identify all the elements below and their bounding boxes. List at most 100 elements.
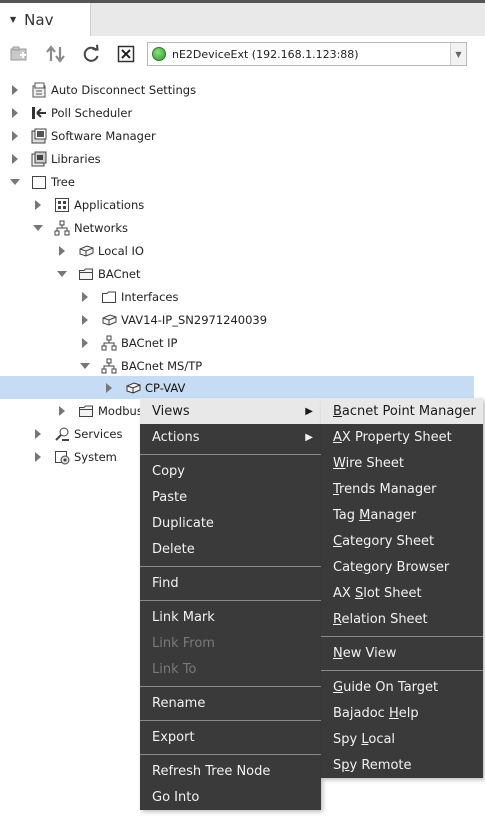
close-button[interactable] (114, 42, 138, 66)
menu-item-label: Duplicate (152, 515, 214, 531)
expand-right-icon[interactable] (33, 451, 43, 462)
menu-item-find[interactable]: Find (140, 570, 321, 596)
menu-item-export[interactable]: Export (140, 724, 321, 750)
tree-node[interactable]: Poll Scheduler (0, 101, 485, 124)
device-icon (78, 243, 94, 259)
refresh-button[interactable] (79, 42, 103, 66)
refresh-icon (83, 44, 99, 62)
menu-item-refresh-tree-node[interactable]: Refresh Tree Node (140, 758, 321, 784)
tree-node[interactable]: Auto Disconnect Settings (0, 78, 485, 101)
tree-node-label: BACnet IP (121, 335, 178, 350)
software-icon (31, 128, 47, 144)
connection-status-icon (152, 47, 166, 61)
sort-arrows-icon (46, 45, 65, 63)
tab-caret-icon[interactable]: ▼ (10, 15, 16, 24)
menu-item-paste[interactable]: Paste (140, 484, 321, 510)
menu-item-actions[interactable]: Actions ▶ (140, 424, 321, 450)
submenu-item-bacnet-point-manager[interactable]: Bacnet Point Manager (321, 398, 483, 424)
expand-right-icon[interactable] (80, 291, 90, 302)
submenu-item-bajadoc-help[interactable]: Bajadoc Help (321, 700, 483, 726)
menu-item-link-to: Link To (140, 656, 321, 682)
menu-separator (321, 670, 483, 671)
expand-down-icon[interactable] (10, 177, 20, 187)
tree-node[interactable]: Tree (0, 170, 485, 193)
expand-right-icon[interactable] (33, 428, 43, 439)
nav-tab[interactable]: ▼ Nav (0, 3, 91, 36)
menu-item-views[interactable]: Views ▶ (140, 398, 321, 424)
station-select[interactable]: nE2DeviceExt (192.168.1.123:88) ▼ (147, 42, 467, 66)
menu-item-label: Delete (152, 541, 195, 557)
tree-node[interactable]: Local IO (0, 239, 485, 262)
menu-item-label: Export (152, 729, 195, 745)
tree-node[interactable]: Interfaces (0, 285, 485, 308)
menu-item-label: Actions (152, 429, 200, 445)
menu-separator (321, 636, 483, 637)
expand-right-icon[interactable] (104, 382, 114, 393)
menu-item-delete[interactable]: Delete (140, 536, 321, 562)
tree-node[interactable]: Networks (0, 216, 485, 239)
apps-icon (54, 197, 70, 213)
device-icon (125, 380, 141, 396)
submenu-item-relation-sheet[interactable]: Relation Sheet (321, 606, 483, 632)
menu-item-copy[interactable]: Copy (140, 458, 321, 484)
tree-node-label: Poll Scheduler (51, 105, 133, 120)
menu-item-go-into[interactable]: Go Into (140, 784, 321, 810)
menu-item-link-mark[interactable]: Link Mark (140, 604, 321, 630)
sync-button[interactable] (44, 42, 68, 66)
expand-right-icon[interactable] (10, 130, 20, 141)
tree-node-selected[interactable]: CP-VAV (0, 376, 474, 399)
network-icon (54, 220, 70, 236)
submenu-item-category-browser[interactable]: Category Browser (321, 554, 483, 580)
submenu-item-tag-manager[interactable]: Tag Manager (321, 502, 483, 528)
menu-item-label: Views (152, 403, 190, 419)
expand-down-icon[interactable] (80, 361, 90, 371)
expand-right-icon[interactable] (57, 405, 67, 416)
submenu-item-ax-slot-sheet[interactable]: AX Slot Sheet (321, 580, 483, 606)
tree-node[interactable]: BACnet IP (0, 331, 485, 354)
submenu-item-spy-remote[interactable]: Spy Remote (321, 752, 483, 778)
menu-item-label: Spy Local (333, 731, 396, 747)
menu-item-rename[interactable]: Rename (140, 690, 321, 716)
network-icon (101, 358, 117, 374)
submenu-item-category-sheet[interactable]: Category Sheet (321, 528, 483, 554)
submenu-item-ax-property-sheet[interactable]: AX Property Sheet (321, 424, 483, 450)
tree-node[interactable]: Applications (0, 193, 485, 216)
expand-right-icon[interactable] (10, 84, 20, 95)
new-station-icon (10, 46, 27, 61)
expand-right-icon[interactable] (80, 314, 90, 325)
submenu-item-trends-manager[interactable]: Trends Manager (321, 476, 483, 502)
tree-node[interactable]: Libraries (0, 147, 485, 170)
menu-separator (140, 720, 321, 721)
expand-down-icon[interactable] (57, 269, 67, 279)
expand-right-icon[interactable] (80, 337, 90, 348)
submenu-item-guide-on-target[interactable]: Guide On Target (321, 674, 483, 700)
new-station-button[interactable] (8, 42, 32, 66)
expand-right-icon[interactable] (57, 245, 67, 256)
menu-separator (140, 686, 321, 687)
expand-down-icon[interactable] (33, 223, 43, 233)
submenu-item-new-view[interactable]: New View (321, 640, 483, 666)
submenu-item-wire-sheet[interactable]: Wire Sheet (321, 450, 483, 476)
tree-node-label: Auto Disconnect Settings (51, 82, 197, 97)
menu-separator (140, 566, 321, 567)
tree-node[interactable]: VAV14-IP_SN2971240039 (0, 308, 485, 331)
menu-item-label: Tag Manager (333, 507, 417, 523)
menu-separator (140, 754, 321, 755)
submenu-item-spy-local[interactable]: Spy Local (321, 726, 483, 752)
tree-node[interactable]: BACnet (0, 262, 485, 285)
tree-node[interactable]: Software Manager (0, 124, 485, 147)
menu-item-label: Paste (152, 489, 188, 505)
menu-separator (140, 454, 321, 455)
expand-right-icon[interactable] (33, 199, 43, 210)
views-submenu: Bacnet Point Manager AX Property Sheet W… (321, 398, 483, 778)
tree-node[interactable]: BACnet MS/TP (0, 354, 485, 377)
expand-right-icon[interactable] (10, 107, 20, 118)
menu-item-label: Bajadoc Help (333, 705, 419, 721)
chevron-down-icon[interactable]: ▼ (450, 43, 466, 65)
context-menu: Views ▶ Actions ▶ Copy Paste Duplicate D… (140, 398, 321, 810)
expand-right-icon[interactable] (10, 153, 20, 164)
menu-item-label: Relation Sheet (333, 611, 428, 627)
menu-item-label: Link Mark (152, 609, 215, 625)
folder-icon (78, 266, 94, 282)
menu-item-duplicate[interactable]: Duplicate (140, 510, 321, 536)
